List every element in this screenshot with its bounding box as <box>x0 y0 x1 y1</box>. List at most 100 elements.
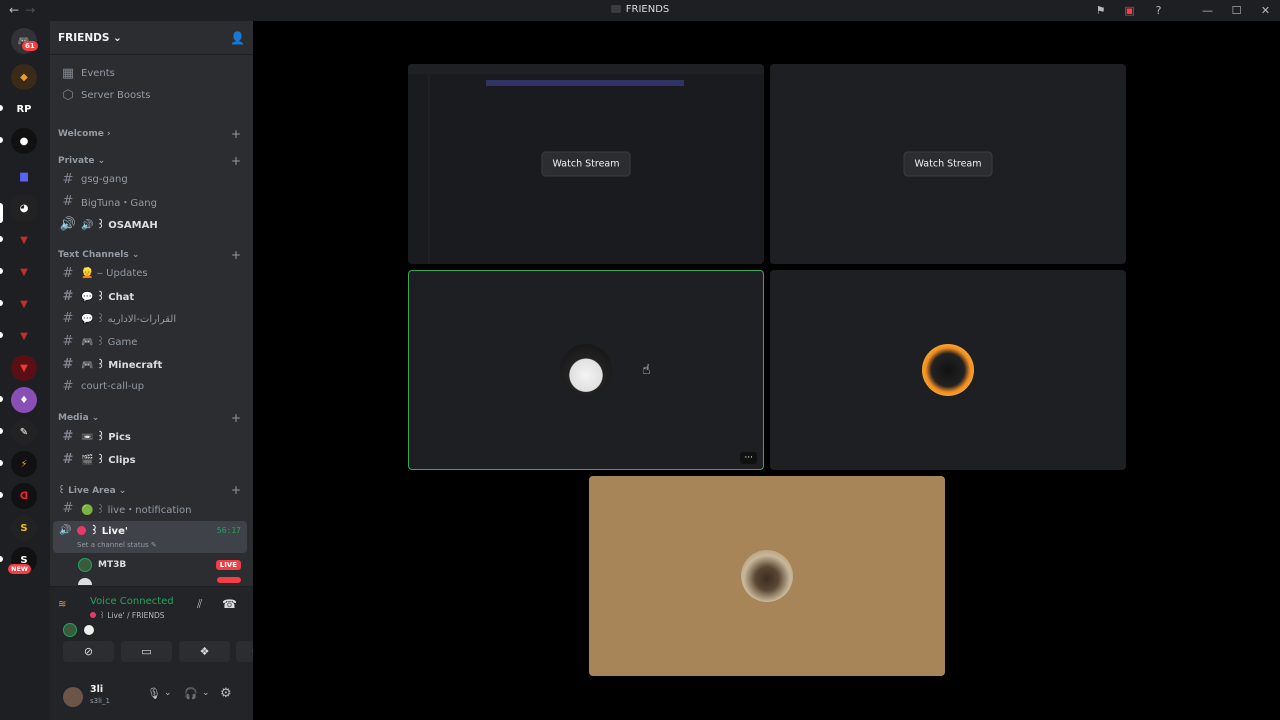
voice-user-row[interactable]: MT3B LIVE <box>78 557 241 573</box>
avatar[interactable] <box>63 623 77 637</box>
flag-icon[interactable]: ⚑ <box>1086 4 1115 17</box>
server-icon-7[interactable]: ▼ <box>11 259 37 285</box>
server-icon-13[interactable]: ⚡ <box>11 451 37 477</box>
hash-icon: # <box>62 311 74 326</box>
user-tile-speaking[interactable]: ··· <box>408 270 764 470</box>
watch-stream-button[interactable]: Watch Stream <box>903 151 993 177</box>
calendar-icon: ▦ <box>61 66 75 81</box>
stream-tile-1[interactable]: Watch Stream <box>408 64 764 264</box>
noise-suppression-icon[interactable]: ⫽ <box>197 597 202 612</box>
server-icon-12[interactable]: ✎ <box>11 419 37 445</box>
cursor-icon: ☝ <box>642 362 651 378</box>
channel-bigtuna[interactable]: # BigTuna・Gang <box>54 191 247 212</box>
hash-icon: # <box>62 501 74 516</box>
title-bar: ←→ FRIENDS ⚑ ▣ ? — ☐ ✕ <box>0 0 1280 21</box>
speaker-icon: 🔊 <box>59 217 77 232</box>
more-options-button[interactable]: ··· <box>740 452 757 464</box>
screen-icon[interactable]: ▣ <box>1115 4 1144 17</box>
camera-off-button[interactable]: ⊘ <box>63 641 114 662</box>
category-live-area[interactable]: ꒰ Live Area ⌄ + <box>54 482 247 498</box>
add-channel-icon[interactable]: + <box>231 248 241 262</box>
channel-status[interactable]: Set a channel status ✎ <box>77 541 157 549</box>
headphones-icon[interactable]: 🎧 <box>184 687 198 700</box>
voice-timer: 56:17 <box>216 526 241 535</box>
category-text-channels[interactable]: Text Channels ⌄ + <box>54 247 247 263</box>
channel-game[interactable]: # 🎮 ꒱ Game <box>54 331 247 352</box>
hash-icon: # <box>62 194 74 209</box>
add-channel-icon[interactable]: + <box>231 411 241 425</box>
chevron-down-icon[interactable]: ⌄ <box>164 688 172 698</box>
server-icon-14[interactable]: ᗡ <box>11 483 37 509</box>
avatar <box>922 344 974 396</box>
username[interactable]: 3li <box>90 684 103 695</box>
hash-icon: # <box>62 334 74 349</box>
channel-chat[interactable]: # 💬 ꒱ Chat <box>54 286 247 307</box>
help-icon[interactable]: ? <box>1144 4 1173 17</box>
guild-header[interactable]: FRIENDS ⌄ 👤 <box>50 21 253 55</box>
user-tile-3[interactable] <box>589 476 945 676</box>
invite-icon[interactable]: 👤 <box>230 31 245 45</box>
mic-icon[interactable]: 🎙 <box>147 687 161 700</box>
server-icon-1[interactable]: ◆ <box>11 64 37 90</box>
server-icon-8[interactable]: ▼ <box>11 291 37 317</box>
voice-connected-label[interactable]: Voice Connected <box>90 596 174 607</box>
hash-icon: # <box>62 357 74 372</box>
watch-stream-button[interactable]: Watch Stream <box>541 151 631 177</box>
server-icon-9[interactable]: ▼ <box>11 323 37 349</box>
channel-updates[interactable]: # 👱 ‒ Updates <box>54 263 247 284</box>
server-icon-3[interactable]: ● <box>11 128 37 154</box>
server-boosts-item[interactable]: ⬡ Server Boosts <box>54 85 247 106</box>
activities-icon: ❖ <box>199 645 210 658</box>
server-icon-6[interactable]: ▼ <box>11 227 37 253</box>
maximize-icon[interactable]: ☐ <box>1222 4 1251 17</box>
category-media[interactable]: Media ⌄ + <box>54 410 247 426</box>
stream-tile-2[interactable]: Watch Stream <box>770 64 1126 264</box>
channel-osamah[interactable]: 🔊 🔊 ꒱ OSAMAH <box>54 214 247 235</box>
gear-icon[interactable]: ⚙ <box>220 686 232 701</box>
speaker-icon: 🔊 <box>59 525 72 536</box>
avatar[interactable] <box>82 623 96 637</box>
guild-name[interactable]: FRIENDS ⌄ <box>58 32 122 44</box>
voice-channel-path[interactable]: ꒱ Live' / FRIENDS <box>90 610 165 620</box>
category-private[interactable]: Private ⌄ + <box>54 153 247 169</box>
avatar <box>741 550 793 602</box>
screen-share-icon: ▭ <box>141 645 152 658</box>
user-tile-2[interactable] <box>770 270 1126 470</box>
voice-channel-live[interactable]: 🔊 ꒱ Live' 56:17 Set a channel status ✎ <box>53 521 247 553</box>
category-welcome[interactable]: Welcome › + <box>54 126 247 142</box>
channel-pics[interactable]: # 📼 ꒱ Pics <box>54 426 247 447</box>
screen-share-button[interactable]: ▭ <box>121 641 172 662</box>
channel-clips[interactable]: # 🎬 ꒱ Clips <box>54 449 247 470</box>
add-channel-icon[interactable]: + <box>231 154 241 168</box>
server-icon-11[interactable]: ♦ <box>11 387 37 413</box>
hash-icon: # <box>62 452 74 467</box>
server-icon-15[interactable]: S <box>11 515 37 541</box>
minimize-icon[interactable]: — <box>1193 4 1222 17</box>
user-tag: s3li_1 <box>90 697 110 705</box>
signal-icon[interactable]: ≋ <box>58 599 66 610</box>
channel-live-notification[interactable]: # 🟢 ꒱ live・notification <box>54 498 247 519</box>
hash-icon: # <box>62 289 74 304</box>
folder-icon[interactable]: ▆ <box>11 163 37 189</box>
live-badge: LIVE <box>215 560 241 570</box>
disconnect-icon[interactable]: ☎ <box>222 597 237 611</box>
close-icon[interactable]: ✕ <box>1251 4 1280 17</box>
server-list: 🎮 61 ◆ RP ● ▆ ◕ ▼ ▼ ▼ ▼ ▼ ♦ ✎ ⚡ ᗡ S S NE… <box>0 21 50 720</box>
avatar[interactable] <box>63 687 83 707</box>
channel-court-call-up[interactable]: # court-call-up <box>54 376 247 397</box>
activities-button[interactable]: ❖ <box>179 641 230 662</box>
camera-off-icon: ⊘ <box>83 645 94 658</box>
channel-minecraft[interactable]: # 🎮 ꒱ Minecraft <box>54 354 247 375</box>
events-item[interactable]: ▦ Events <box>54 63 247 84</box>
server-icon-active[interactable]: ◕ <box>11 195 37 221</box>
add-channel-icon[interactable]: + <box>231 127 241 141</box>
channel-gsg-gang[interactable]: # gsg-gang <box>54 169 247 190</box>
server-icon-rp[interactable]: RP <box>11 96 37 122</box>
server-icon-10[interactable]: ▼ <box>11 355 37 381</box>
live-dot <box>77 526 87 535</box>
channel-arabic[interactable]: # 💬 ꒱ القرارات-الاداريه <box>54 308 247 329</box>
chevron-down-icon[interactable]: ⌄ <box>202 688 210 698</box>
add-channel-icon[interactable]: + <box>231 483 241 497</box>
hash-icon: # <box>62 429 74 444</box>
voice-user-name: MT3B <box>98 560 127 570</box>
